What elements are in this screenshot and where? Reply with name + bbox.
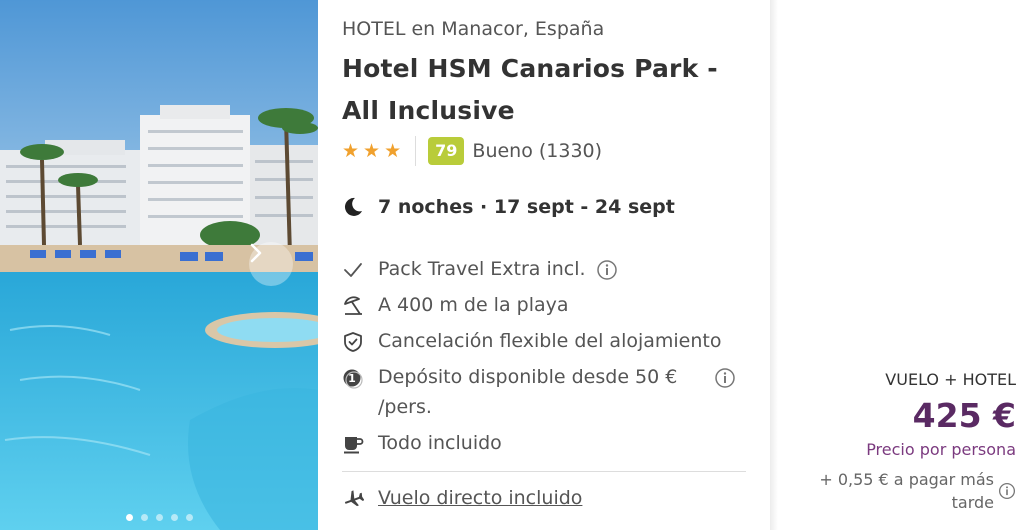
next-photo-button[interactable]	[249, 242, 293, 286]
check-icon	[344, 263, 362, 277]
feature-text: A 400 m de la playa	[378, 294, 569, 316]
section-divider	[342, 471, 746, 472]
flight-info: Vuelo directo incluido	[342, 487, 582, 509]
review-score-badge: 79	[428, 137, 465, 165]
feature-item: A 400 m de la playa	[342, 294, 752, 320]
info-icon[interactable]	[714, 367, 736, 389]
rating-divider	[415, 136, 417, 166]
carousel-dot[interactable]	[140, 514, 148, 521]
chevron-right-icon	[250, 243, 262, 263]
price-amount: 425 €	[912, 396, 1016, 435]
carousel-dots	[0, 514, 318, 521]
info-icon[interactable]	[596, 259, 618, 281]
price-per-person: Precio por persona	[866, 440, 1016, 459]
feature-item: Pack Travel Extra incl.	[342, 258, 752, 284]
deposit-coin-icon: 1	[343, 369, 363, 389]
package-type: VUELO + HOTEL	[885, 370, 1016, 389]
info-icon[interactable]	[998, 482, 1016, 500]
hotel-type-location: HOTEL en Manacor, España	[342, 18, 605, 40]
beach-umbrella-icon	[344, 296, 362, 315]
carousel-dot[interactable]	[170, 514, 178, 521]
price-panel-edge	[770, 0, 778, 530]
feature-text: Pack Travel Extra incl.	[378, 258, 586, 280]
carousel-dot[interactable]	[155, 514, 163, 521]
hotel-result-card[interactable]: HOTEL en Manacor, España Hotel HSM Canar…	[0, 0, 770, 530]
hotel-name[interactable]: Hotel HSM Canarios Park - All Inclusive	[342, 48, 752, 132]
airplane-icon	[344, 490, 364, 507]
feature-text: Cancelación flexible del alojamiento	[378, 330, 722, 352]
rating-row: ★ ★ ★ 79 Bueno (1330)	[342, 136, 602, 166]
coffee-cup-icon	[344, 437, 364, 454]
star-icon: ★	[384, 140, 402, 162]
star-rating: ★ ★ ★	[342, 139, 401, 163]
feature-text: Depósito disponible desde 50 € /pers.	[378, 366, 678, 418]
extra-charge-text: + 0,55 € a pagar más tarde	[819, 470, 994, 512]
shield-check-icon	[344, 332, 362, 352]
review-score-text[interactable]: Bueno (1330)	[472, 140, 602, 162]
carousel-dot[interactable]	[185, 514, 193, 521]
star-icon: ★	[363, 140, 381, 162]
star-icon: ★	[342, 140, 360, 162]
feature-text: Todo incluido	[378, 432, 502, 454]
stay-dates-text: 7 noches · 17 sept - 24 sept	[378, 196, 675, 218]
svg-text:1: 1	[348, 372, 356, 385]
moon-icon	[344, 197, 362, 216]
hotel-photo-carousel[interactable]	[0, 0, 318, 530]
feature-item: Todo incluido	[342, 432, 752, 458]
feature-item: Cancelación flexible del alojamiento	[342, 330, 752, 356]
stay-dates: 7 noches · 17 sept - 24 sept	[342, 196, 675, 218]
carousel-dot[interactable]	[125, 514, 133, 521]
feature-item: 1 Depósito disponible desde 50 € /pers.	[342, 366, 746, 422]
direct-flight-link[interactable]: Vuelo directo incluido	[378, 487, 582, 509]
